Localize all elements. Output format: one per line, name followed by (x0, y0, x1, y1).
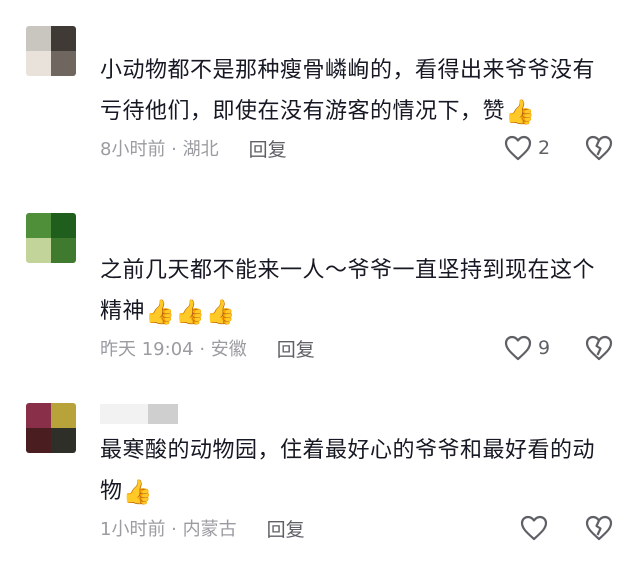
avatar-pixel (51, 428, 76, 453)
reply-button[interactable]: 回复 (277, 335, 315, 362)
dislike-button[interactable] (584, 134, 614, 162)
like-button[interactable]: 9 (504, 334, 550, 362)
broken-heart-icon (585, 335, 613, 361)
reply-button[interactable]: 回复 (249, 135, 287, 162)
time-location: 1小时前 · 内蒙古 (100, 519, 237, 540)
dislike-button[interactable] (584, 514, 614, 542)
broken-heart-icon (585, 515, 613, 541)
comment-text-block: 之前几天都不能来一人～爷爷一直坚持到现在这个精神👍👍👍 (100, 250, 612, 333)
comment-text-block: 最寒酸的动物园，住着最好心的爷爷和最好看的动物👍 (100, 430, 612, 513)
heart-outline-icon (504, 135, 532, 161)
username-blur (100, 404, 148, 424)
avatar-pixel (26, 51, 51, 76)
avatar-pixel (51, 26, 76, 51)
like-button[interactable] (520, 514, 554, 542)
avatar-pixel (51, 238, 76, 263)
time-location: 8小时前 · 湖北 (100, 139, 219, 160)
avatar[interactable] (26, 403, 76, 453)
comment-meta: 昨天 19:04 · 安徽 回复 (100, 335, 315, 362)
avatar[interactable] (26, 26, 76, 76)
like-button[interactable]: 2 (504, 134, 550, 162)
username-blur (148, 404, 178, 424)
avatar-pixel (26, 26, 51, 51)
like-count: 9 (538, 337, 551, 359)
avatar-pixel (26, 403, 51, 428)
dislike-button[interactable] (584, 334, 614, 362)
avatar-pixel (51, 403, 76, 428)
avatar-pixel (51, 213, 76, 238)
heart-outline-icon (504, 335, 532, 361)
thumbs-up-emoji: 👍👍👍 (145, 298, 237, 326)
thumbs-up-emoji: 👍 (122, 478, 153, 506)
avatar-pixel (26, 213, 51, 238)
reply-button[interactable]: 回复 (267, 515, 305, 542)
avatar-pixel (51, 51, 76, 76)
broken-heart-icon (585, 135, 613, 161)
username-placeholder[interactable] (100, 404, 178, 424)
avatar-pixel (26, 428, 51, 453)
time-location: 昨天 19:04 · 安徽 (100, 339, 247, 360)
comment-text-block: 小动物都不是那种瘦骨嶙峋的，看得出来爷爷没有亏待他们，即使在没有游客的情况下，赞… (100, 50, 612, 133)
comment-meta: 8小时前 · 湖北 回复 (100, 135, 287, 162)
heart-outline-icon (520, 515, 548, 541)
comment-text: 最寒酸的动物园，住着最好心的爷爷和最好看的动物 (100, 438, 596, 504)
thumbs-up-emoji: 👍 (505, 98, 536, 126)
avatar[interactable] (26, 213, 76, 263)
avatar-pixel (26, 238, 51, 263)
comment-meta: 1小时前 · 内蒙古 回复 (100, 515, 305, 542)
like-count: 2 (538, 137, 551, 159)
